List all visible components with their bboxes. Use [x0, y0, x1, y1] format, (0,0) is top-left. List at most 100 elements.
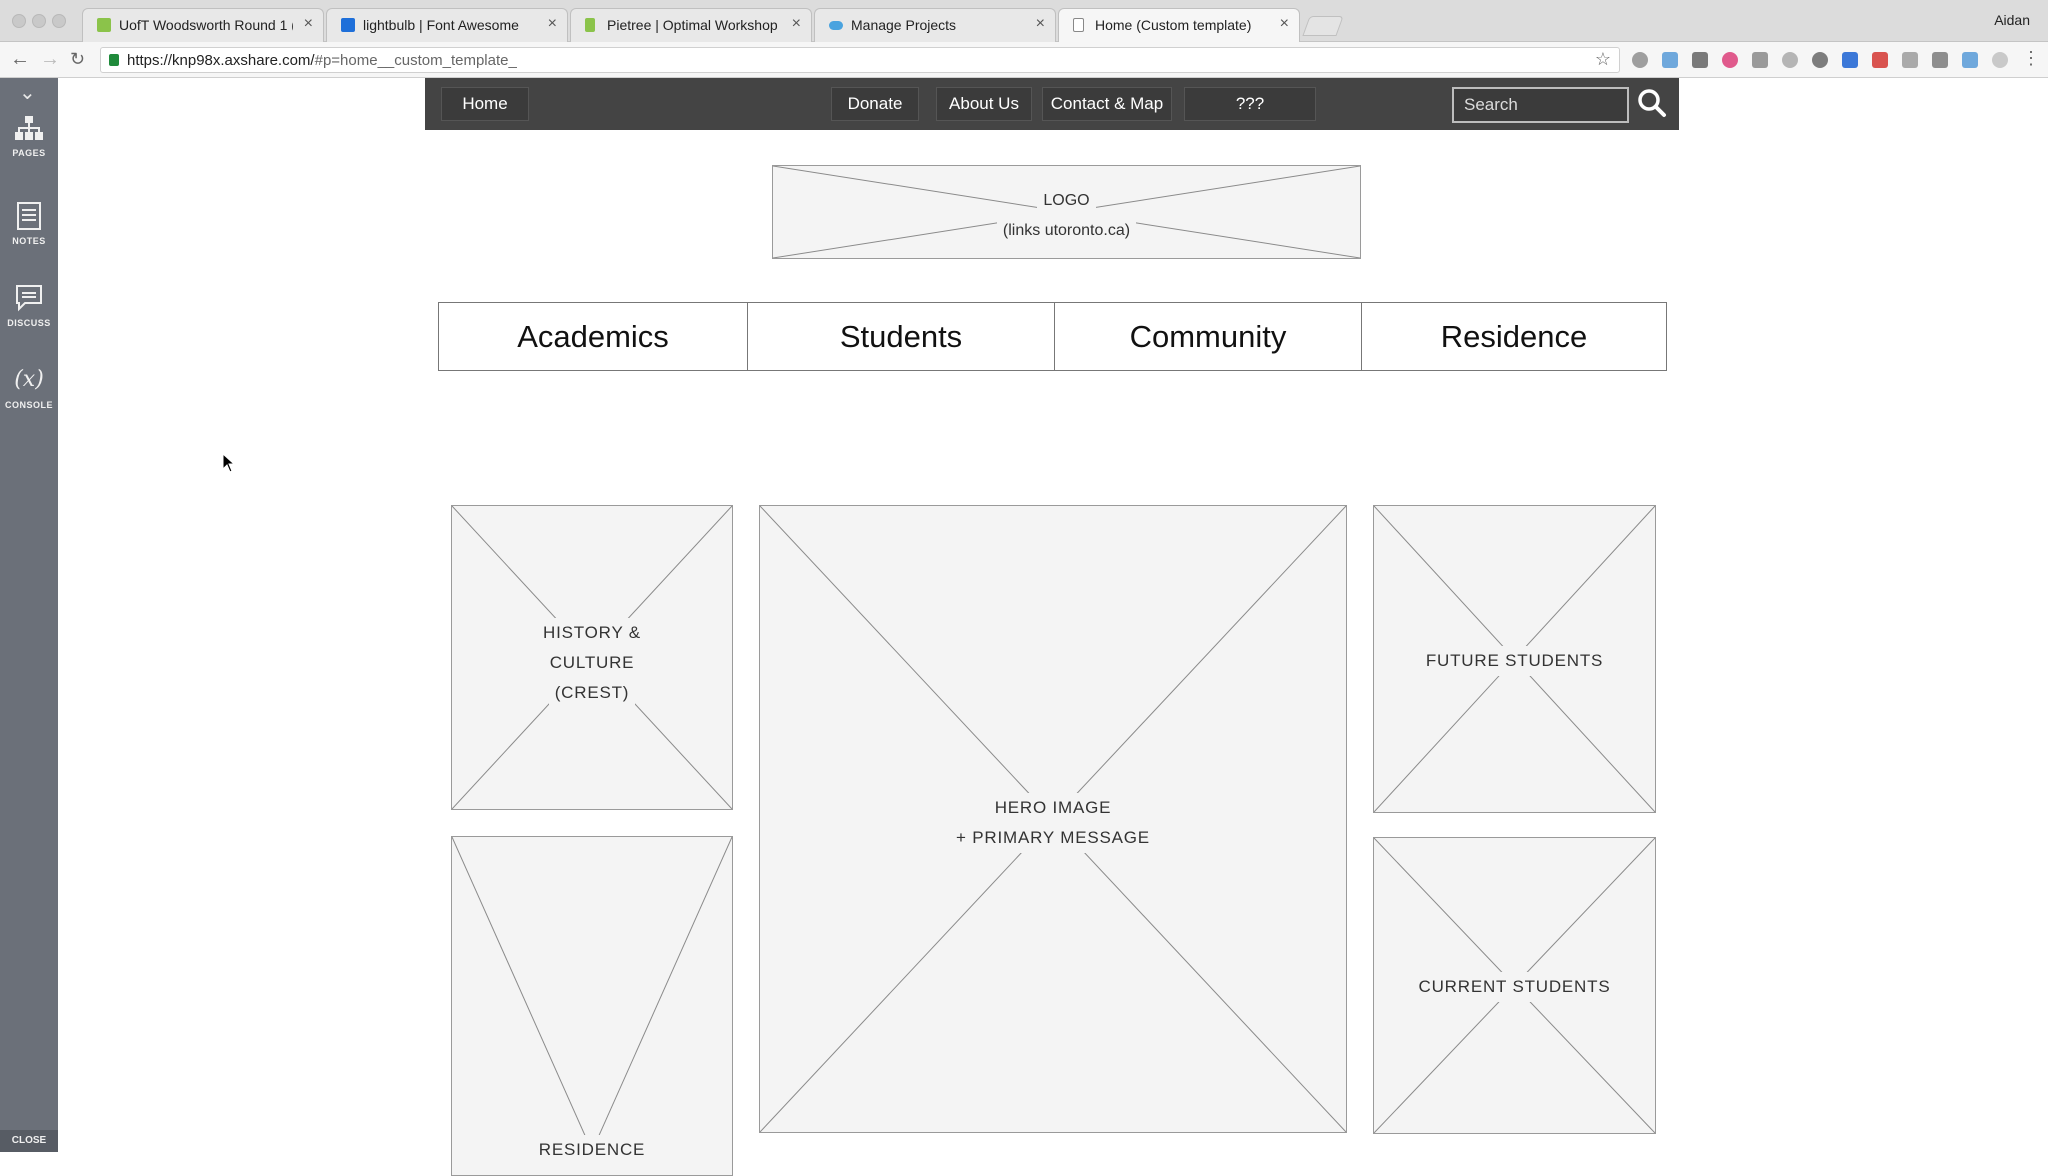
- window-close-button[interactable]: [12, 14, 26, 28]
- category-navigation: Academics Students Community Residence: [438, 302, 1667, 371]
- tile-label: HISTORY &: [537, 618, 647, 648]
- browser-tab-active[interactable]: Home (Custom template) ×: [1058, 8, 1300, 43]
- extension-icon[interactable]: [1902, 52, 1918, 68]
- tab-close-icon[interactable]: ×: [1036, 15, 1045, 33]
- page-icon: [1073, 18, 1084, 32]
- sidebar-item-label: CONSOLE: [4, 400, 53, 410]
- sitemap-icon: [15, 116, 43, 140]
- menu-dots-icon[interactable]: ⋮: [2022, 48, 2040, 69]
- tab-close-icon[interactable]: ×: [1280, 15, 1289, 33]
- extension-icon[interactable]: [1842, 52, 1858, 68]
- tab-favicon: [97, 18, 111, 32]
- sidebar-item-label: PAGES: [12, 148, 46, 158]
- notes-icon: [17, 202, 41, 230]
- residence-tile[interactable]: RESIDENCE: [451, 836, 733, 1176]
- browser-tab-bar: UofT Woodsworth Round 1 (IA × lightbulb …: [0, 0, 2048, 43]
- tab-title: Pietree | Optimal Workshop: [607, 17, 778, 33]
- tab-favicon: [585, 18, 595, 32]
- tile-label: CURRENT STUDENTS: [1412, 972, 1617, 1002]
- history-culture-tile[interactable]: HISTORY & CULTURE (CREST): [451, 505, 733, 810]
- extension-icon[interactable]: [1782, 52, 1798, 68]
- window-minimize-button[interactable]: [32, 14, 46, 28]
- chevron-down-icon[interactable]: ⌄: [19, 80, 36, 105]
- bookmark-star-icon[interactable]: ☆: [1595, 49, 1611, 70]
- url-text: https://knp98x.axshare.com/#p=home__cust…: [127, 52, 517, 69]
- search-icon[interactable]: [1637, 88, 1667, 118]
- nav-contact-button[interactable]: Contact & Map: [1042, 87, 1172, 121]
- console-icon: (x): [14, 367, 44, 392]
- tab-title: UofT Woodsworth Round 1 (IA: [119, 17, 293, 33]
- reload-icon[interactable]: ↻: [70, 49, 85, 70]
- extension-icon[interactable]: [1812, 52, 1828, 68]
- sidebar-item-pages[interactable]: PAGES: [0, 116, 58, 158]
- sidebar-item-console[interactable]: (x) CONSOLE: [0, 366, 58, 410]
- extension-icon[interactable]: [1992, 52, 2008, 68]
- tab-title: Home (Custom template): [1095, 17, 1252, 33]
- browser-tab[interactable]: lightbulb | Font Awesome ×: [326, 8, 568, 42]
- nav-donate-button[interactable]: Donate: [831, 87, 919, 121]
- extension-icon[interactable]: [1752, 52, 1768, 68]
- category-students[interactable]: Students: [748, 303, 1055, 370]
- axure-side-panel: ⌄ PAGES NOTES DISCUSS (x) CONSOLE CLOSE: [0, 78, 58, 1152]
- window-zoom-button[interactable]: [52, 14, 66, 28]
- tile-label: RESIDENCE: [532, 1135, 652, 1165]
- nav-home-button[interactable]: Home: [441, 87, 529, 121]
- nav-about-button[interactable]: About Us: [936, 87, 1032, 121]
- extension-icon[interactable]: [1632, 52, 1648, 68]
- tile-label: (CREST): [548, 678, 636, 708]
- tab-close-icon[interactable]: ×: [792, 15, 801, 33]
- close-panel-button[interactable]: CLOSE: [0, 1130, 58, 1152]
- profile-name[interactable]: Aidan: [1994, 12, 2030, 28]
- tile-caption: HERO IMAGE + PRIMARY MESSAGE: [760, 793, 1346, 853]
- nav-extra-button[interactable]: ???: [1184, 87, 1316, 121]
- lock-icon: [109, 54, 119, 66]
- tile-caption: HISTORY & CULTURE (CREST): [452, 618, 732, 708]
- tab-title: lightbulb | Font Awesome: [363, 17, 519, 33]
- tile-caption: CURRENT STUDENTS: [1374, 972, 1655, 1002]
- tab-close-icon[interactable]: ×: [304, 15, 313, 33]
- top-navigation: Home Donate About Us Contact & Map ???: [425, 78, 1679, 130]
- extension-icon[interactable]: [1962, 52, 1978, 68]
- browser-toolbar: ← → ↻ https://knp98x.axshare.com/#p=home…: [0, 42, 2048, 78]
- tile-label: FUTURE STUDENTS: [1419, 646, 1610, 676]
- tile-label: CULTURE: [543, 648, 641, 678]
- tab-close-icon[interactable]: ×: [548, 15, 557, 33]
- category-academics[interactable]: Academics: [439, 303, 748, 370]
- extension-icon[interactable]: [1872, 52, 1888, 68]
- logo-caption: LOGO (links utoronto.ca): [773, 186, 1360, 246]
- sidebar-item-label: NOTES: [12, 236, 46, 246]
- tile-label: HERO IMAGE: [988, 793, 1118, 823]
- future-students-tile[interactable]: FUTURE STUDENTS: [1373, 505, 1656, 813]
- extension-icon[interactable]: [1692, 52, 1708, 68]
- address-bar[interactable]: https://knp98x.axshare.com/#p=home__cust…: [100, 47, 1620, 73]
- cloud-icon: [829, 21, 843, 30]
- forward-icon[interactable]: →: [40, 48, 60, 71]
- browser-tab[interactable]: UofT Woodsworth Round 1 (IA ×: [82, 8, 324, 42]
- extension-icon[interactable]: [1932, 52, 1948, 68]
- extension-icon[interactable]: [1722, 52, 1738, 68]
- sidebar-item-discuss[interactable]: DISCUSS: [0, 284, 58, 328]
- current-students-tile[interactable]: CURRENT STUDENTS: [1373, 837, 1656, 1134]
- search-input[interactable]: [1452, 87, 1629, 123]
- sidebar-item-notes[interactable]: NOTES: [0, 202, 58, 246]
- browser-tab[interactable]: Pietree | Optimal Workshop ×: [570, 8, 812, 42]
- placeholder-cross: [452, 837, 732, 1152]
- mouse-cursor-icon: [222, 453, 236, 473]
- category-community[interactable]: Community: [1055, 303, 1362, 370]
- logo-placeholder[interactable]: LOGO (links utoronto.ca): [772, 165, 1361, 259]
- tile-caption: FUTURE STUDENTS: [1374, 646, 1655, 676]
- logo-link-label: (links utoronto.ca): [996, 216, 1137, 246]
- tile-label: + PRIMARY MESSAGE: [950, 823, 1156, 853]
- logo-label: LOGO: [1037, 186, 1096, 216]
- back-icon[interactable]: ←: [10, 48, 30, 71]
- category-residence[interactable]: Residence: [1362, 303, 1666, 370]
- tab-favicon: [341, 18, 355, 32]
- tile-caption: RESIDENCE: [452, 1135, 732, 1165]
- new-tab-button[interactable]: [1302, 16, 1344, 36]
- tab-title: Manage Projects: [851, 17, 957, 33]
- hero-image-tile[interactable]: HERO IMAGE + PRIMARY MESSAGE: [759, 505, 1347, 1133]
- sidebar-item-label: DISCUSS: [7, 318, 51, 328]
- extension-icon[interactable]: [1662, 52, 1678, 68]
- discuss-icon: [16, 285, 42, 312]
- browser-tab[interactable]: Manage Projects ×: [814, 8, 1056, 42]
